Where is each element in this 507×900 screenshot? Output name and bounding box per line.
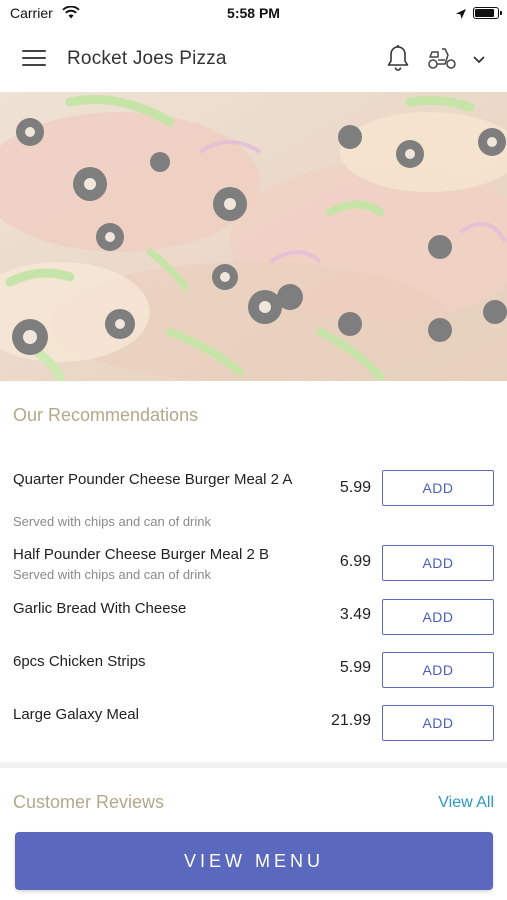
status-bar: Carrier 5:58 PM: [0, 0, 507, 28]
item-name: Quarter Pounder Cheese Burger Meal 2 A: [13, 471, 293, 488]
location-arrow-icon: [455, 7, 467, 25]
scooter-icon[interactable]: [427, 46, 457, 75]
item-name: Large Galaxy Meal: [13, 706, 139, 723]
status-time: 5:58 PM: [227, 5, 280, 21]
add-button[interactable]: ADD: [382, 470, 494, 506]
add-button[interactable]: ADD: [382, 652, 494, 688]
reviews-title: Customer Reviews: [13, 792, 165, 812]
add-button[interactable]: ADD: [382, 545, 494, 581]
recommendations-title: Our Recommendations: [13, 405, 199, 425]
item-price: 21.99: [330, 712, 371, 729]
bell-icon[interactable]: [386, 44, 410, 77]
section-divider: [0, 762, 507, 768]
view-menu-button[interactable]: VIEW MENU: [15, 832, 493, 890]
hero-pizza-image: [0, 92, 507, 381]
item-description: Served with chips and can of drink: [13, 567, 211, 582]
item-price: 3.49: [339, 606, 371, 623]
item-description: Served with chips and can of drink: [13, 514, 211, 529]
view-all-link[interactable]: View All: [438, 794, 494, 812]
add-button[interactable]: ADD: [382, 705, 494, 741]
item-name: Half Pounder Cheese Burger Meal 2 B: [13, 546, 269, 563]
restaurant-title: Rocket Joes Pizza: [67, 48, 227, 69]
item-name: Garlic Bread With Cheese: [13, 600, 187, 617]
item-name: 6pcs Chicken Strips: [13, 653, 146, 670]
add-button[interactable]: ADD: [382, 599, 494, 635]
app-header: Rocket Joes Pizza: [0, 28, 507, 92]
chevron-down-icon[interactable]: [472, 52, 486, 70]
item-price: 5.99: [339, 659, 371, 676]
item-price: 6.99: [339, 553, 371, 570]
item-price: 5.99: [339, 479, 371, 496]
menu-icon[interactable]: [22, 50, 46, 68]
battery-icon: [473, 7, 502, 19]
